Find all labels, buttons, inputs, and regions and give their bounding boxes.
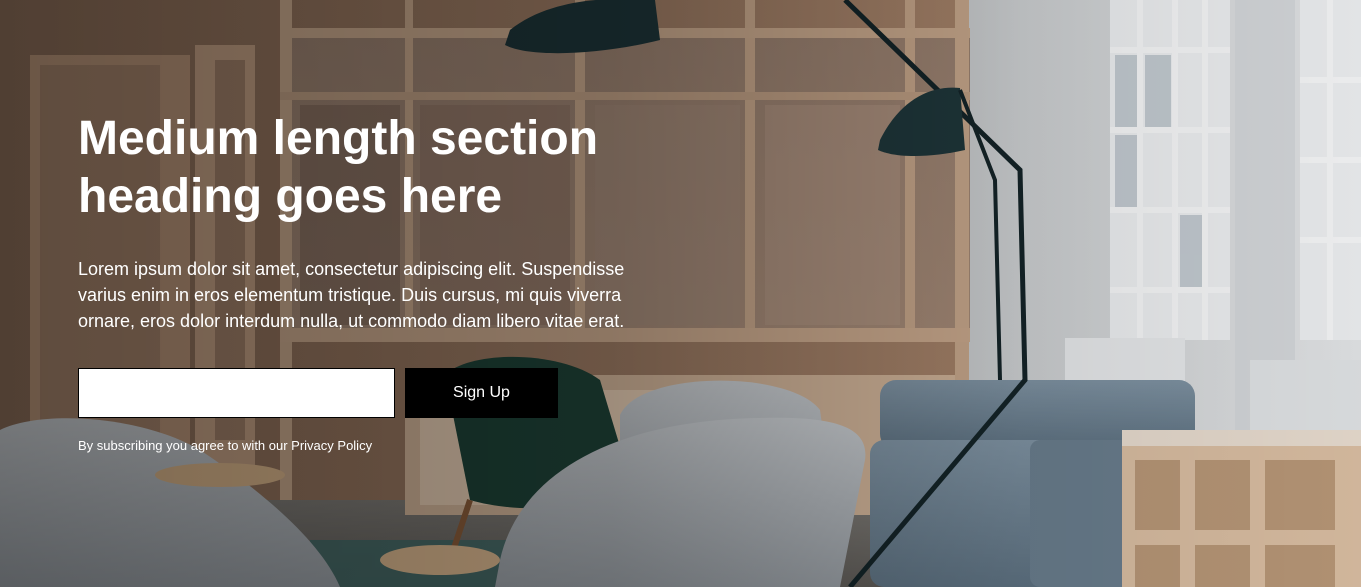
signup-form: Sign Up — [78, 368, 638, 418]
section-body-text: Lorem ipsum dolor sit amet, consectetur … — [78, 259, 625, 331]
privacy-disclaimer: By subscribing you agree to with our Pri… — [78, 438, 373, 453]
hero-content: Medium length section heading goes here … — [78, 110, 638, 453]
email-input[interactable] — [78, 368, 395, 418]
signup-button[interactable]: Sign Up — [405, 368, 558, 418]
hero-section: Medium length section heading goes here … — [0, 0, 1361, 587]
section-heading: Medium length section heading goes here — [78, 112, 599, 223]
